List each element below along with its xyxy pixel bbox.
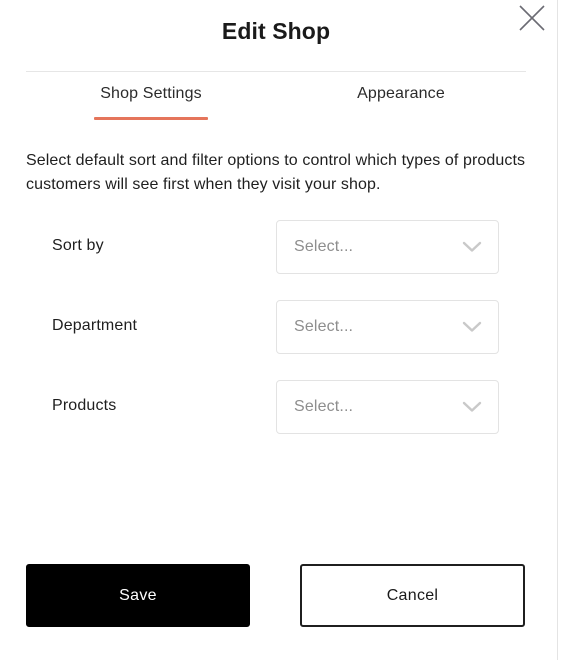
select-products[interactable]: Select...: [276, 380, 499, 434]
header-divider: [26, 71, 526, 72]
select-sort-by-placeholder: Select...: [294, 238, 354, 255]
label-sort-by: Sort by: [52, 237, 104, 254]
dialog-footer: Save Cancel: [0, 564, 564, 628]
tab-active-indicator: [94, 117, 208, 120]
select-department-placeholder: Select...: [294, 318, 354, 335]
save-button[interactable]: Save: [26, 564, 250, 627]
select-sort-by[interactable]: Select...: [276, 220, 499, 274]
chevron-down-icon: [462, 321, 482, 333]
edit-shop-dialog: Edit Shop Shop Settings Appearance Selec…: [0, 0, 564, 660]
tab-shop-settings[interactable]: Shop Settings: [26, 84, 276, 120]
form-row-products: Products Select...: [0, 380, 564, 460]
form-row-sort-by: Sort by Select...: [0, 220, 564, 300]
tab-appearance[interactable]: Appearance: [276, 84, 526, 120]
tab-appearance-label: Appearance: [357, 85, 445, 102]
chevron-down-icon: [462, 241, 482, 253]
page-title: Edit Shop: [221, 18, 331, 44]
label-department: Department: [52, 317, 138, 334]
chevron-down-icon: [462, 401, 482, 413]
select-department[interactable]: Select...: [276, 300, 499, 354]
tab-bar: Shop Settings Appearance: [26, 84, 526, 120]
select-products-placeholder: Select...: [294, 398, 354, 415]
form-row-department: Department Select...: [0, 300, 564, 380]
label-products: Products: [52, 397, 117, 414]
settings-description: Select default sort and filter options t…: [26, 152, 526, 193]
shop-settings-form: Sort by Select... Department Select... P…: [0, 220, 564, 460]
cancel-button[interactable]: Cancel: [300, 564, 525, 627]
tab-shop-settings-label: Shop Settings: [100, 85, 202, 102]
